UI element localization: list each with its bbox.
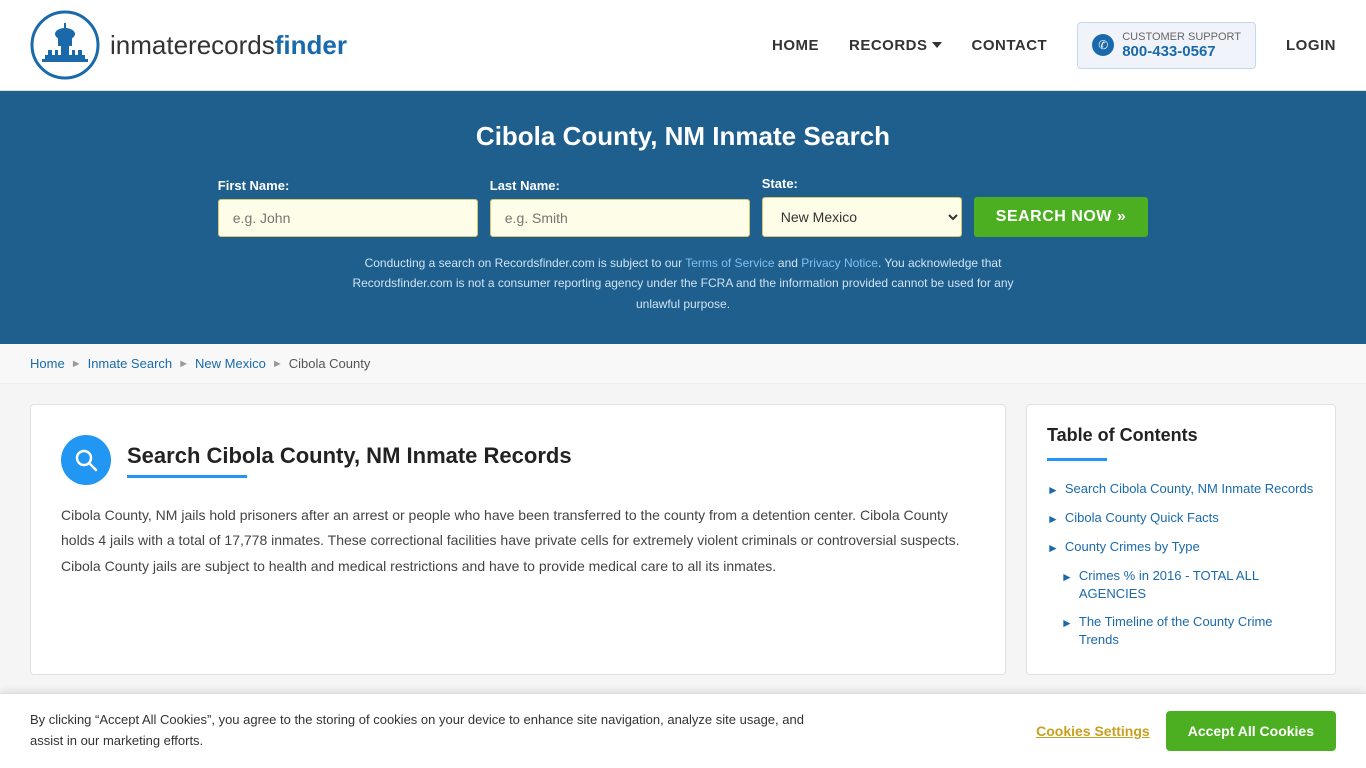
support-phone: 800-433-0567 (1122, 43, 1241, 60)
breadcrumb-sep-2: ► (178, 358, 189, 370)
last-name-input[interactable] (490, 199, 750, 237)
hero-section: Cibola County, NM Inmate Search First Na… (0, 91, 1366, 344)
content-area: Search Cibola County, NM Inmate Records … (30, 404, 1006, 675)
breadcrumb-state[interactable]: New Mexico (195, 356, 266, 371)
cookie-banner: By clicking “Accept All Cookies”, you ag… (0, 693, 1366, 768)
search-circle-icon (61, 435, 111, 485)
nav-home[interactable]: HOME (772, 37, 819, 54)
phone-icon: ✆ (1092, 34, 1114, 56)
breadcrumb-sep-3: ► (272, 358, 283, 370)
toc-item-label: Search Cibola County, NM Inmate Records (1065, 480, 1313, 498)
main-content: Search Cibola County, NM Inmate Records … (0, 384, 1366, 695)
breadcrumb-inmate-search[interactable]: Inmate Search (88, 356, 173, 371)
main-nav: HOME RECORDS CONTACT ✆ CUSTOMER SUPPORT … (772, 22, 1336, 69)
cookie-buttons: Cookies Settings Accept All Cookies (1036, 711, 1336, 751)
search-icon (73, 447, 99, 473)
accept-cookies-button[interactable]: Accept All Cookies (1166, 711, 1336, 751)
content-header: Search Cibola County, NM Inmate Records (61, 435, 975, 485)
sidebar: Table of Contents ► Search Cibola County,… (1026, 404, 1336, 675)
toc-divider (1047, 458, 1107, 461)
toc-item[interactable]: ► Cibola County Quick Facts (1047, 504, 1315, 533)
state-group: State: AlabamaAlaskaArizonaArkansasCalif… (762, 176, 962, 237)
support-label: CUSTOMER SUPPORT (1122, 31, 1241, 43)
chevron-down-icon (932, 42, 942, 48)
first-name-input[interactable] (218, 199, 478, 237)
content-title: Search Cibola County, NM Inmate Records (127, 443, 572, 469)
toc-chevron-icon: ► (1047, 482, 1059, 499)
content-title-underline (127, 475, 247, 478)
content-body: Cibola County, NM jails hold prisoners a… (61, 503, 975, 579)
toc-item-label: County Crimes by Type (1065, 538, 1200, 556)
breadcrumb-home[interactable]: Home (30, 356, 65, 371)
toc-item-label: Crimes % in 2016 - TOTAL ALL AGENCIES (1079, 567, 1315, 603)
logo[interactable]: inmaterecordsfinder (30, 10, 347, 80)
hero-disclaimer: Conducting a search on Recordsfinder.com… (40, 253, 1326, 314)
state-label: State: (762, 176, 798, 191)
last-name-group: Last Name: (490, 178, 750, 237)
hero-title: Cibola County, NM Inmate Search (40, 121, 1326, 152)
terms-link[interactable]: Terms of Service (685, 256, 774, 270)
toc-item[interactable]: ► Search Cibola County, NM Inmate Records (1047, 475, 1315, 504)
toc-item-label: Cibola County Quick Facts (1065, 509, 1219, 527)
cookie-settings-button[interactable]: Cookies Settings (1036, 723, 1150, 739)
search-form: First Name: Last Name: State: AlabamaAla… (40, 176, 1326, 237)
toc-box: Table of Contents ► Search Cibola County,… (1026, 404, 1336, 675)
nav-records[interactable]: RECORDS (849, 37, 942, 54)
first-name-label: First Name: (218, 178, 290, 193)
state-select[interactable]: AlabamaAlaskaArizonaArkansasCaliforniaCo… (762, 197, 962, 237)
breadcrumb-county: Cibola County (289, 356, 371, 371)
logo-text: inmaterecordsfinder (110, 30, 347, 61)
toc-chevron-icon: ► (1047, 540, 1059, 557)
search-button[interactable]: SEARCH NOW » (974, 197, 1148, 237)
cookie-text: By clicking “Accept All Cookies”, you ag… (30, 710, 810, 752)
toc-chevron-icon: ► (1061, 569, 1073, 586)
privacy-link[interactable]: Privacy Notice (801, 256, 878, 270)
toc-item[interactable]: ► The Timeline of the County Crime Trends (1047, 608, 1315, 654)
toc-title: Table of Contents (1047, 425, 1315, 446)
nav-contact[interactable]: CONTACT (972, 37, 1048, 54)
first-name-group: First Name: (218, 178, 478, 237)
toc-chevron-icon: ► (1047, 511, 1059, 528)
logo-icon (30, 10, 100, 80)
breadcrumb: Home ► Inmate Search ► New Mexico ► Cibo… (0, 344, 1366, 384)
toc-items: ► Search Cibola County, NM Inmate Records… (1047, 475, 1315, 654)
customer-support-box[interactable]: ✆ CUSTOMER SUPPORT 800-433-0567 (1077, 22, 1256, 69)
toc-item[interactable]: ► Crimes % in 2016 - TOTAL ALL AGENCIES (1047, 562, 1315, 608)
site-header: inmaterecordsfinder HOME RECORDS CONTACT… (0, 0, 1366, 91)
toc-chevron-icon: ► (1061, 615, 1073, 632)
toc-item[interactable]: ► County Crimes by Type (1047, 533, 1315, 562)
toc-item-label: The Timeline of the County Crime Trends (1079, 613, 1315, 649)
breadcrumb-sep-1: ► (71, 358, 82, 370)
content-title-block: Search Cibola County, NM Inmate Records (127, 443, 572, 478)
nav-login[interactable]: LOGIN (1286, 37, 1336, 54)
last-name-label: Last Name: (490, 178, 560, 193)
